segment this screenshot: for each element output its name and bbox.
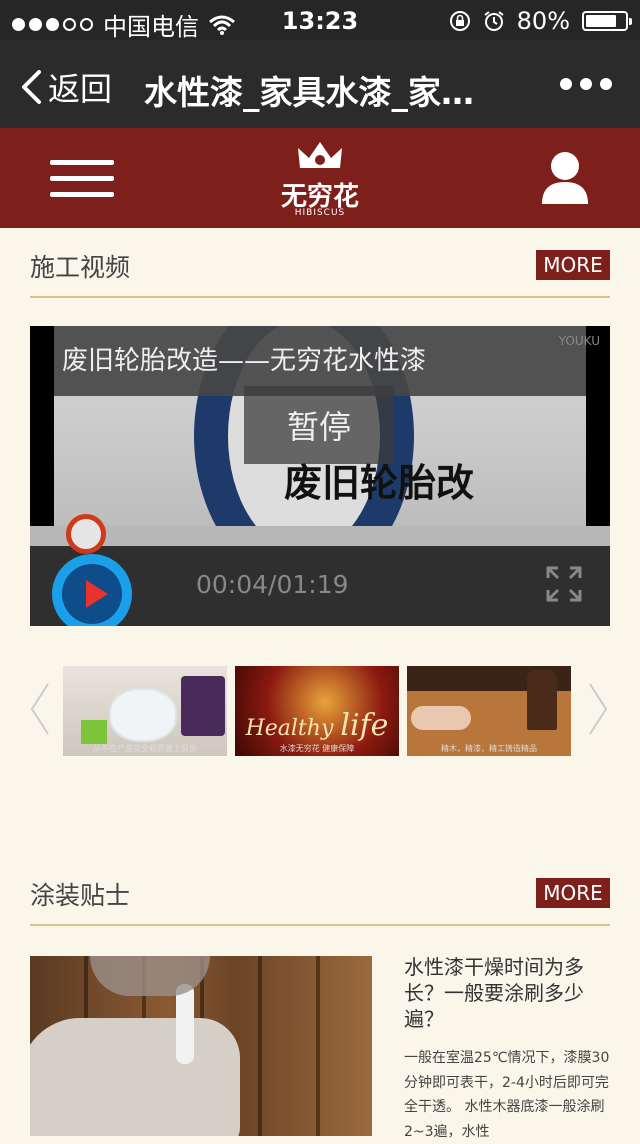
article-image[interactable]: [30, 956, 372, 1136]
play-button[interactable]: [52, 554, 132, 626]
section-title: 涂装贴士: [30, 881, 131, 910]
chevron-right-icon[interactable]: [586, 682, 610, 736]
pause-button[interactable]: 暂停: [244, 386, 394, 464]
article-title[interactable]: 水性漆干燥时间为多长？一般要涂刷多少遍？: [404, 954, 610, 1032]
section-title: 施工视频: [30, 253, 131, 282]
user-icon[interactable]: [540, 150, 590, 204]
video-thumbnail-carousel: 从不在产品安全和质量上妥协 Healthy life 水漆无穷花 健康保障 精木…: [0, 660, 640, 760]
video-thumbnail[interactable]: 精木，精漆，精工铸造精品: [407, 666, 571, 756]
progress-knob[interactable]: [66, 514, 106, 554]
article-excerpt: 一般在室温25℃情况下，漆膜30分钟即可表干，2-4小时后即可完全干透。 水性木…: [404, 1050, 610, 1140]
thumbnail-caption: 水漆无穷花 健康保障: [279, 744, 355, 753]
menu-icon[interactable]: [50, 160, 114, 198]
video-thumbnail[interactable]: 从不在产品安全和质量上妥协: [63, 666, 227, 756]
back-label: 返回: [48, 70, 113, 108]
thumbnail-caption: 精木，精漆，精工铸造精品: [441, 744, 537, 753]
chevron-left-icon: [22, 70, 41, 104]
fullscreen-icon[interactable]: [546, 566, 582, 602]
rotation-lock-icon: [449, 11, 470, 31]
tips-more-button[interactable]: MORE: [536, 878, 610, 908]
video-more-button[interactable]: MORE: [536, 250, 610, 280]
video-section-header: 施工视频 MORE: [30, 228, 610, 298]
battery-icon: [582, 11, 632, 31]
back-button[interactable]: 返回: [20, 64, 112, 110]
ellipsis-icon: [560, 78, 572, 90]
video-watermark: YOUKU: [558, 334, 600, 348]
page-title: 水性漆_家具水漆_家…: [144, 73, 474, 112]
video-player[interactable]: 废旧轮胎改 废旧轮胎改造——无穷花水性漆 YOUKU 暂停 00:04/01:1…: [30, 326, 610, 626]
play-icon: [86, 580, 108, 608]
tips-section-header: 涂装贴士 MORE: [30, 856, 610, 926]
playback-time: 00:04/01:19: [196, 570, 349, 599]
battery-percent: 80%: [516, 7, 570, 35]
brand-subtitle: HIBISCUS: [294, 208, 346, 218]
brand-logo[interactable]: 无穷花 HIBISCUS: [270, 136, 370, 224]
crown-icon: [298, 142, 342, 168]
video-thumbnail[interactable]: Healthy life 水漆无穷花 健康保障: [235, 666, 399, 756]
alarm-icon: [484, 11, 504, 31]
player-controls: 00:04/01:19: [30, 546, 610, 626]
nav-bar: 返回 水性漆_家具水漆_家…: [0, 40, 640, 128]
more-options-button[interactable]: [560, 78, 612, 90]
progress-bar[interactable]: [30, 526, 610, 546]
site-header: 无穷花 HIBISCUS: [0, 128, 640, 228]
status-bar: 中国电信 13:23 80%: [0, 0, 640, 41]
thumbnail-caption: 从不在产品安全和质量上妥协: [93, 744, 197, 753]
chevron-left-icon[interactable]: [28, 682, 52, 736]
